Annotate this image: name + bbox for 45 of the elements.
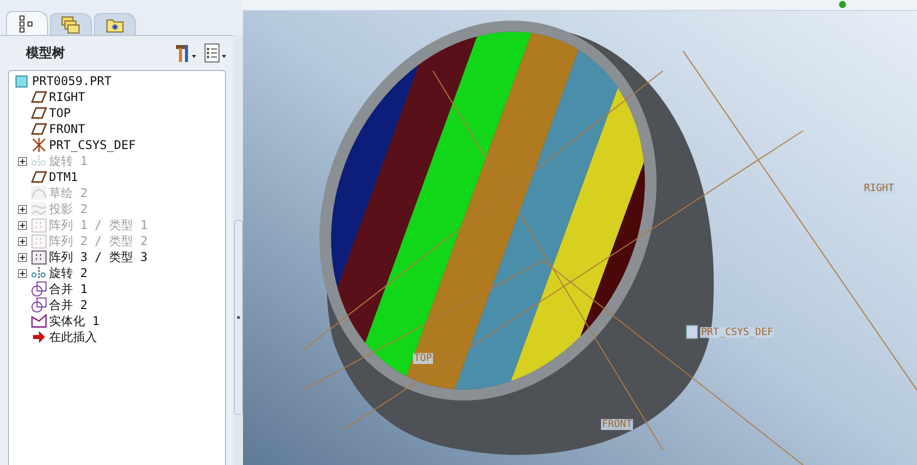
coordinate-system-icon [686, 325, 698, 339]
tree-item[interactable]: 合并 2 [49, 296, 88, 314]
solidify-icon [30, 314, 47, 328]
plane-icon [30, 107, 47, 119]
part-icon [13, 74, 30, 88]
expand-toggle[interactable] [18, 252, 28, 262]
tree-item[interactable]: 实体化 1 [49, 312, 100, 330]
tree-item[interactable]: PRT0059.PRT [32, 74, 112, 88]
settings-button[interactable] [173, 43, 199, 63]
revolve-icon [30, 155, 47, 167]
tree-item[interactable]: FRONT [49, 122, 86, 136]
pattern-icon [30, 250, 47, 264]
tree-item[interactable]: 阵列 3 / 类型 3 [49, 248, 148, 266]
folders-icon [61, 16, 81, 34]
tree-structure-icon [19, 14, 35, 32]
tree-item[interactable]: DTM1 [49, 170, 78, 184]
insert-arrow-icon [30, 331, 47, 343]
merge-icon [30, 297, 47, 313]
datum-label: RIGHT [863, 183, 896, 194]
sketch-icon [30, 186, 47, 200]
tree-item[interactable]: 在此插入 [49, 328, 97, 346]
axes-icon [30, 137, 47, 153]
tree-item[interactable]: TOP [49, 106, 71, 120]
splitter-grip-icon [237, 316, 240, 319]
navigator-tab[interactable] [6, 11, 48, 35]
tree-item[interactable]: 合并 1 [49, 280, 88, 298]
tree-item[interactable]: PRT_CSYS_DEF [49, 138, 136, 152]
revolve-icon [30, 267, 47, 279]
show-options-button[interactable] [203, 43, 229, 63]
plane-icon [30, 171, 47, 183]
status-light-icon [839, 1, 846, 8]
plane-icon [30, 123, 47, 135]
star-folder-icon [106, 16, 124, 32]
tree-item[interactable]: 旋转 2 [49, 264, 88, 282]
datum-label: FRONT [601, 419, 634, 430]
expand-toggle[interactable] [18, 268, 28, 278]
projection-icon [30, 202, 47, 216]
datum-label: PRT_CSYS_DEF [700, 326, 774, 338]
datum-label: TOP [413, 353, 434, 364]
tree-item[interactable]: RIGHT [49, 90, 86, 104]
model-tree-title: 模型树 [26, 45, 65, 62]
pattern-icon [30, 218, 47, 232]
plane-icon [30, 91, 47, 103]
merge-icon [30, 281, 47, 297]
pattern-icon [30, 234, 47, 248]
